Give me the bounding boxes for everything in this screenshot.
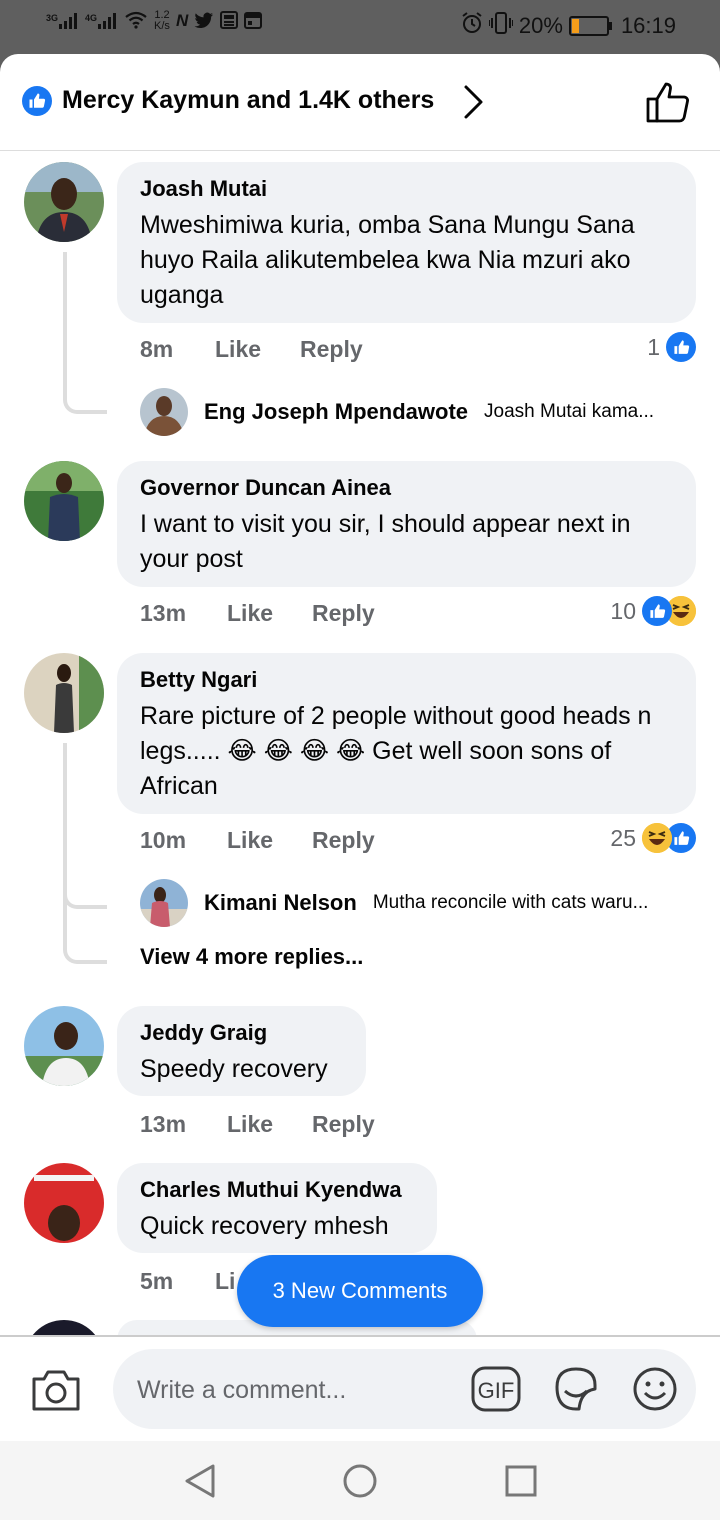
reply-preview[interactable]: Kimani Nelson Mutha reconcile with cats … (140, 879, 648, 927)
n-app-icon: N (175, 11, 189, 30)
comment-actions: 13m Like Reply (140, 1111, 375, 1138)
news-icon (220, 10, 239, 32)
reaction-count: 10 (610, 597, 636, 624)
comment-actions: 13m Like Reply (140, 600, 375, 627)
view-more-replies-button[interactable]: View 4 more replies... (140, 944, 363, 970)
reactions-header[interactable]: Mercy Kaymun and 1.4K others (0, 54, 720, 151)
emoji-icon[interactable] (631, 1365, 679, 1418)
comment-reactions[interactable]: 1 (647, 332, 696, 362)
calendar-icon (244, 11, 263, 32)
reply-author[interactable]: Eng Joseph Mpendawote (204, 399, 468, 425)
like-button[interactable]: Like (215, 336, 300, 363)
status-bar: 3G 4G 1.2 K/s N 20% 16:19 (0, 0, 720, 54)
comment-author[interactable]: Jeddy Graig (140, 1020, 342, 1046)
comment-reactions[interactable]: 10 (610, 596, 696, 626)
like-reaction-icon (22, 86, 52, 116)
status-bar-left: 3G 4G 1.2 K/s N (46, 9, 263, 32)
reply-button[interactable]: Reply (300, 336, 363, 363)
comment-bubble[interactable]: Charles Muthui Kyendwa Quick recovery mh… (117, 1163, 437, 1253)
like-reaction-icon (642, 596, 672, 626)
avatar[interactable] (24, 653, 104, 733)
recent-apps-icon[interactable] (505, 1465, 537, 1502)
svg-text:GIF: GIF (478, 1378, 515, 1403)
avatar[interactable] (140, 879, 188, 927)
vibrate-icon (487, 12, 514, 40)
comment-bubble[interactable]: Governor Duncan Ainea I want to visit yo… (117, 461, 696, 587)
reply-preview[interactable]: Eng Joseph Mpendawote Joash Mutai kama..… (140, 388, 654, 436)
like-button[interactable]: Like (227, 827, 312, 854)
reply-text: Mutha reconcile with cats waru... (372, 892, 649, 913)
comment-bubble[interactable]: Betty Ngari Rare picture of 2 people wit… (117, 653, 696, 814)
comment-text: Mweshimiwa kuria, omba Sana Mungu Sana h… (140, 211, 635, 309)
comment-actions: 10m Like Reply (140, 827, 375, 854)
comment-time: 5m (140, 1268, 174, 1294)
comment-input[interactable] (135, 1371, 459, 1409)
clock: 16:19 (620, 13, 676, 38)
home-icon[interactable] (342, 1463, 378, 1504)
signal-3g-icon: 3G (46, 13, 79, 29)
avatar[interactable] (140, 388, 188, 436)
comment-bubble[interactable]: Jeddy Graig Speedy recovery (117, 1006, 366, 1096)
gif-icon[interactable]: GIF (471, 1365, 521, 1418)
sticker-icon[interactable] (551, 1365, 601, 1418)
avatar[interactable] (24, 162, 104, 242)
haha-reaction-icon (642, 823, 672, 853)
reply-button[interactable]: Reply (312, 1111, 375, 1138)
like-button[interactable]: Like (227, 1111, 312, 1138)
comment-author[interactable]: Charles Muthui Kyendwa (140, 1177, 413, 1203)
comment-composer: GIF (0, 1335, 720, 1443)
reaction-count: 25 (610, 824, 636, 851)
comment-author[interactable]: Betty Ngari (140, 667, 672, 693)
new-comments-button[interactable]: 3 New Comments (237, 1255, 483, 1327)
battery-icon (568, 16, 612, 36)
reply-text: Joash Mutai kama... (484, 401, 655, 422)
like-post-icon[interactable] (645, 80, 691, 129)
comment-author[interactable]: Governor Duncan Ainea (140, 475, 672, 501)
system-nav-bar (0, 1441, 720, 1520)
twitter-icon (194, 12, 214, 31)
thread-line (63, 743, 107, 964)
chevron-right-icon[interactable] (460, 84, 486, 125)
comment-time: 8m (140, 336, 174, 362)
comment-actions: 8m Like Reply (140, 336, 363, 363)
comment-text: I want to visit you sir, I should appear… (140, 510, 631, 573)
reply-button[interactable]: Reply (312, 827, 375, 854)
comment-reactions[interactable]: 25 (610, 823, 696, 853)
comment-time: 13m (140, 1111, 187, 1137)
reaction-count: 1 (647, 333, 660, 360)
thread-line (63, 252, 107, 414)
like-reaction-icon (666, 332, 696, 362)
signal-4g-icon: 4G (85, 13, 118, 29)
camera-icon[interactable] (30, 1367, 82, 1418)
avatar[interactable] (24, 1163, 104, 1243)
wifi-icon (124, 11, 148, 32)
battery-percent: 20% (518, 13, 563, 38)
comment-actions: 5m Li (140, 1268, 235, 1295)
comment-author[interactable]: Joash Mutai (140, 176, 672, 202)
comment-text: Rare picture of 2 people without good he… (140, 702, 652, 800)
net-speed: 1.2 K/s (154, 9, 170, 32)
reactions-summary[interactable]: Mercy Kaymun and 1.4K others (62, 86, 434, 115)
comments-sheet: Mercy Kaymun and 1.4K others Joash Mutai… (0, 54, 720, 1520)
reply-author[interactable]: Kimani Nelson (204, 890, 357, 916)
reply-button[interactable]: Reply (312, 600, 375, 627)
avatar[interactable] (24, 1006, 104, 1086)
status-bar-right: 20% 16:19 (461, 12, 676, 40)
comment-bubble[interactable]: Joash Mutai Mweshimiwa kuria, omba Sana … (117, 162, 696, 323)
like-button[interactable]: Like (227, 600, 312, 627)
avatar[interactable] (24, 461, 104, 541)
comment-time: 10m (140, 827, 187, 853)
back-icon[interactable] (183, 1463, 217, 1504)
alarm-icon (461, 12, 483, 40)
comment-time: 13m (140, 600, 187, 626)
like-button[interactable]: Li (215, 1268, 235, 1295)
comment-text: Speedy recovery (140, 1055, 328, 1083)
comment-text: Quick recovery mhesh (140, 1212, 389, 1240)
comment-input-wrapper[interactable]: GIF (113, 1349, 696, 1429)
